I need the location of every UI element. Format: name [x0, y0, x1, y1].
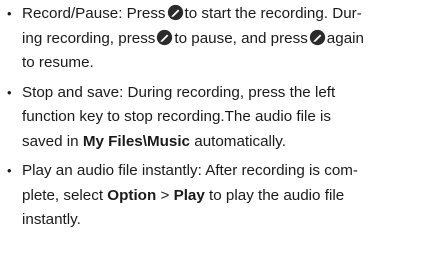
list-item-stop-save: • Stop and save: During recording, press… — [6, 81, 431, 155]
record-key-icon — [157, 29, 173, 45]
play-text-4: instantly. — [22, 211, 81, 228]
record-text-2: to start the recording. Dur- — [184, 5, 362, 22]
menu-separator: > — [160, 186, 170, 204]
record-text-3: ing recording, press — [22, 29, 156, 47]
stop-text-4: automatically. — [194, 132, 286, 150]
list-item-play-instantly: • Play an audio file instantly: After re… — [6, 159, 431, 233]
record-key-icon — [309, 29, 325, 45]
record-key-icon — [167, 4, 183, 21]
bullet-marker: • — [7, 163, 12, 178]
record-text-6: to resume. — [22, 54, 94, 71]
play-text-2: plete, select — [22, 186, 104, 204]
manual-page: • Record/Pause: Press to start the record… — [0, 0, 441, 256]
record-text-5: again — [326, 29, 364, 47]
record-text-1: Record/Pause: Press — [22, 5, 166, 22]
stop-text-2: function key to stop recording.The audio… — [22, 108, 331, 125]
instruction-list: • Record/Pause: Press to start the record… — [6, 2, 431, 233]
stop-text-3: saved in — [22, 132, 79, 150]
bullet-marker: • — [7, 6, 12, 21]
list-item-record-pause: • Record/Pause: Press to start the record… — [6, 2, 431, 76]
play-text-3: to play the audio file — [209, 186, 345, 204]
menu-option-label: Option — [107, 186, 157, 204]
folder-path: My Files\Music — [82, 132, 191, 150]
bullet-marker: • — [7, 84, 12, 100]
menu-play-label: Play — [173, 186, 205, 204]
play-text-1: Play an audio file instantly: After reco… — [22, 162, 358, 179]
record-text-4: to pause, and press — [174, 29, 308, 47]
stop-text-1: Stop and save: During recording, press t… — [22, 83, 336, 101]
